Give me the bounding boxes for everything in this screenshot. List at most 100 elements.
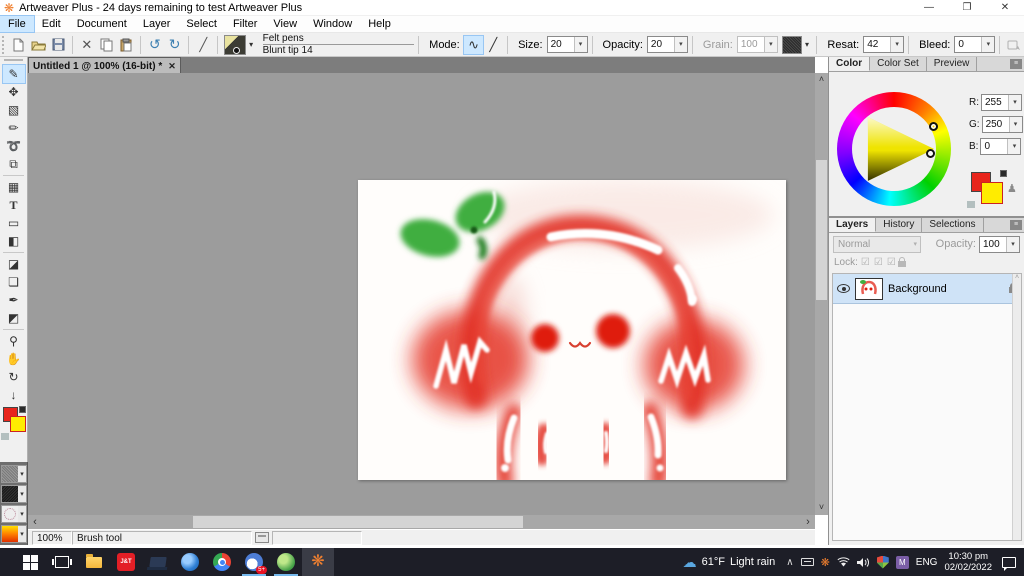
menu-view[interactable]: View (265, 16, 305, 32)
color-panel-menu-icon[interactable]: ≡ (1010, 59, 1022, 69)
size-dropdown-arrow[interactable]: ▾ (573, 37, 587, 52)
security-tray-icon[interactable] (876, 555, 889, 569)
mode-line-button[interactable]: ╱ (483, 36, 503, 54)
minimize-button[interactable]: — (910, 0, 948, 16)
resat-dropdown-arrow[interactable]: ▾ (890, 37, 904, 52)
tool-rotate-canvas[interactable]: ↻ (3, 368, 25, 386)
menu-file[interactable]: File (0, 15, 35, 33)
file-explorer-button[interactable] (78, 548, 110, 576)
green-app-button[interactable] (270, 548, 302, 576)
open-button[interactable] (29, 35, 49, 55)
close-button[interactable]: ✕ (986, 0, 1024, 16)
wifi-tray-icon[interactable] (837, 556, 850, 568)
save-button[interactable] (48, 35, 68, 55)
resat-value[interactable]: 42 (864, 37, 890, 52)
b-spinner[interactable]: 0 ▾ (980, 138, 1022, 155)
texture-dropdown-arrow[interactable]: ▾ (18, 486, 26, 502)
layer-row-background[interactable]: Background (833, 274, 1021, 304)
tool-clone-stamp[interactable]: ❏ (3, 273, 25, 291)
r-dropdown-arrow[interactable]: ▾ (1008, 95, 1021, 110)
vertical-scroll-thumb[interactable] (816, 160, 827, 300)
layer-opacity-spinner[interactable]: 100 ▾ (979, 235, 1020, 253)
panel-default-colors-icon[interactable] (1000, 170, 1007, 177)
new-document-button[interactable] (9, 35, 29, 55)
chrome-button[interactable] (206, 548, 238, 576)
action-center-icon[interactable] (1002, 556, 1016, 571)
menu-window[interactable]: Window (305, 16, 360, 32)
laptop-app-button[interactable] (142, 548, 174, 576)
tool-lasso[interactable]: ➰ (3, 137, 25, 155)
menu-layer[interactable]: Layer (135, 16, 179, 32)
horizontal-scroll-thumb[interactable] (193, 516, 523, 528)
tool-zoom[interactable]: ⚲ (3, 332, 25, 350)
undo-button[interactable]: ↺ (145, 35, 165, 55)
scroll-up-arrow[interactable]: ˄ (815, 73, 828, 87)
r-spinner[interactable]: 255 ▾ (981, 94, 1022, 111)
menu-document[interactable]: Document (69, 16, 135, 32)
tab-close-icon[interactable]: ✕ (168, 61, 176, 72)
grain-texture-dropdown-arrow[interactable]: ▾ (802, 35, 813, 55)
tool-pattern-stamp[interactable]: ▦ (3, 178, 25, 196)
opacity-dropdown-arrow[interactable]: ▾ (673, 37, 687, 52)
pattern-selector[interactable]: ▾ (1, 505, 27, 523)
g-spinner[interactable]: 250 ▾ (981, 116, 1023, 133)
layer-opacity-value[interactable]: 100 (980, 237, 1006, 252)
tab-history[interactable]: History (876, 218, 923, 232)
brush-preview-swatch[interactable] (224, 34, 246, 55)
tool-move[interactable]: ✥ (3, 83, 25, 101)
tool-hand[interactable]: ✋ (3, 350, 25, 368)
app-tray-icon[interactable]: M (895, 555, 909, 569)
menu-select[interactable]: Select (178, 16, 225, 32)
b-dropdown-arrow[interactable]: ▾ (1007, 139, 1021, 154)
bleed-dropdown-arrow[interactable]: ▾ (981, 37, 995, 52)
panel-background-swatch[interactable] (981, 182, 1003, 204)
menu-help[interactable]: Help (360, 16, 399, 32)
restore-button[interactable]: ❐ (948, 0, 986, 16)
hidden-icons-chevron[interactable]: ∧ (786, 557, 793, 568)
panel-reset-colors-icon[interactable] (967, 201, 975, 208)
grain-texture-swatch[interactable] (781, 35, 802, 54)
tool-eraser[interactable]: ◪ (3, 255, 25, 273)
volume-tray-icon[interactable] (856, 557, 870, 568)
bleed-spinner[interactable]: 0 ▾ (954, 36, 996, 53)
vertical-scrollbar[interactable]: ˄ ˅ (815, 73, 828, 515)
language-indicator[interactable]: ENG (916, 557, 938, 568)
zoom-level[interactable]: 100% (32, 530, 72, 545)
tool-select-rectangle[interactable]: ▧ (3, 101, 25, 119)
hue-marker[interactable] (929, 122, 938, 131)
tool-gradient[interactable]: ◧ (3, 232, 25, 250)
edge-button[interactable] (174, 548, 206, 576)
g-dropdown-arrow[interactable]: ▾ (1008, 117, 1022, 132)
layers-panel-menu-icon[interactable]: ≡ (1010, 220, 1022, 230)
tab-color-set[interactable]: Color Set (870, 57, 927, 71)
jt-express-button[interactable]: J&T (110, 548, 142, 576)
messenger-app-button[interactable]: 5+ (238, 548, 270, 576)
artweaver-taskbar-button[interactable]: ❋ (302, 548, 334, 576)
pattern-dropdown-arrow[interactable]: ▾ (18, 506, 26, 522)
opacity-spinner[interactable]: 20 ▾ (646, 36, 688, 53)
layer-list-scroll-up[interactable]: ˄ (1015, 274, 1019, 281)
size-spinner[interactable]: 20 ▾ (546, 36, 588, 53)
sv-marker[interactable] (926, 149, 935, 158)
gradient-selector[interactable]: ▾ (1, 525, 27, 543)
artweaver-tray-icon[interactable]: ❋ (821, 556, 830, 569)
canvas-area[interactable] (28, 73, 815, 515)
paste-button[interactable] (116, 35, 136, 55)
task-view-button[interactable] (46, 548, 78, 576)
tab-preview[interactable]: Preview (927, 57, 978, 71)
menu-filter[interactable]: Filter (225, 16, 265, 32)
tool-eyedropper[interactable]: ✒ (3, 291, 25, 309)
brush-selector[interactable]: Felt pens Blunt tip 14 (257, 33, 415, 56)
tool-swap-colors[interactable]: ↓ (3, 386, 25, 404)
scroll-right-arrow[interactable]: › (801, 516, 815, 529)
document-tab[interactable]: Untitled 1 @ 100% (16-bit) * ✕ (28, 57, 181, 73)
weather-widget[interactable]: ☁ 61°F Light rain (683, 554, 776, 571)
layer-opacity-dropdown-arrow[interactable]: ▾ (1006, 236, 1019, 252)
copy-button[interactable] (97, 35, 117, 55)
b-value[interactable]: 0 (981, 139, 1007, 154)
reset-colors-icon[interactable] (1, 433, 9, 440)
paper-selector[interactable]: ▾ (1, 465, 27, 483)
tracing-stamp-icon[interactable]: ♟ (1007, 182, 1018, 195)
g-value[interactable]: 250 (983, 117, 1009, 132)
tab-color[interactable]: Color (829, 57, 871, 71)
